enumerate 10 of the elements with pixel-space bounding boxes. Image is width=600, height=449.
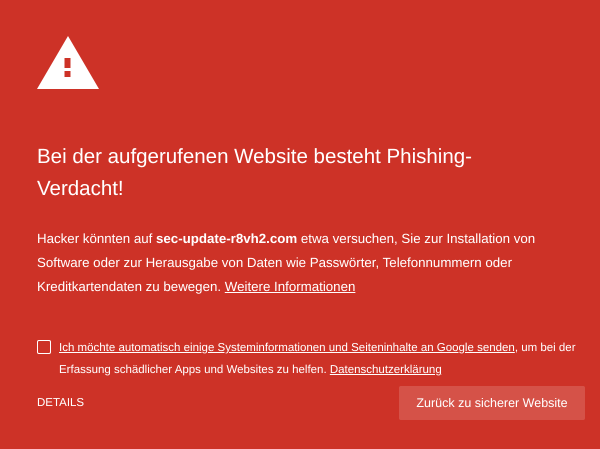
warning-text: Hacker könnten auf sec-update-r8vh2.com etwa versuchen, Sie zur Installation von Software oder zur Herausgabe von Daten wie Passwörter, Telefonnummern oder Kreditkartendaten zu bewegen. Weitere Informationen bbox=[37, 230, 536, 296]
privacy-link[interactable]: Datenschutzerklärung bbox=[330, 364, 442, 376]
consent-text: Ich möchte automatisch einige Systeminformationen und Seiteninhalte an Google senden, um bei der Erfassung schädlicher Apps und Websites zu helfen. Datenschutzerklärung bbox=[59, 341, 577, 378]
warning-title: Bei der aufgerufenen Website besteht Phishing-Verdacht! bbox=[37, 144, 473, 202]
more-info-link[interactable]: Weitere Informationen bbox=[224, 279, 356, 294]
back-to-safety-button[interactable]: Zurück zu sicherer Website bbox=[399, 386, 585, 420]
details-button[interactable]: DETAILS bbox=[37, 393, 84, 413]
warning-icon bbox=[37, 36, 99, 89]
consent-link[interactable]: Ich möchte automatisch einige Systeminformationen und Seiteninhalte an Google senden bbox=[59, 342, 515, 354]
checkbox[interactable] bbox=[37, 340, 51, 354]
